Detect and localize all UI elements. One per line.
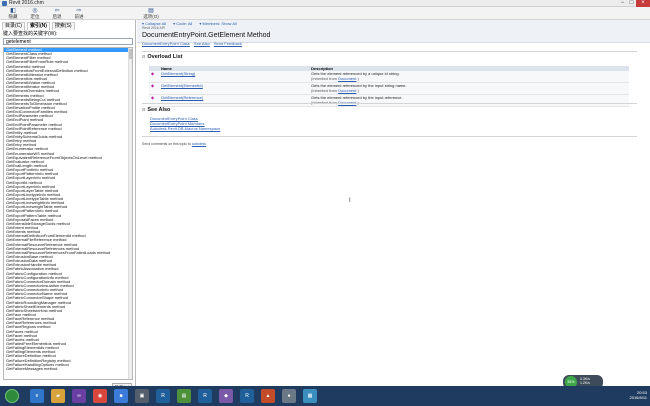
divider xyxy=(142,103,637,104)
close-button[interactable]: × xyxy=(636,0,650,7)
feedback-link[interactable]: autodesk xyxy=(192,142,206,146)
members-filter-link[interactable]: ▾ Members: Show All xyxy=(199,21,236,26)
app-icon-2[interactable]: ▣ xyxy=(135,389,149,403)
page-title: DocumentEntryPoint.GetElement Method xyxy=(142,32,271,39)
tab-contents[interactable]: 目录(C) xyxy=(2,22,25,30)
revit-icon-3[interactable]: R xyxy=(240,389,254,403)
send-feedback-link[interactable]: Send Feedback xyxy=(214,41,242,46)
see-also-namespace-link[interactable]: Autodesk.Revit.DB.Macros Namespace xyxy=(150,126,220,131)
index-scrollbar[interactable] xyxy=(128,48,132,379)
method-icon: ◆ xyxy=(149,82,159,95)
class-link[interactable]: DocumentEntryPoint Class xyxy=(142,41,190,46)
keyword-label: 键入要查找的关键字(W): xyxy=(3,31,58,37)
taskbar: 20:53 2016/8/11 e ▰ ∞ ◉ ■ ▣ R ▤ R ◆ R ▲ ● ▦ xyxy=(0,386,650,406)
method-icon: ◆ xyxy=(149,71,159,83)
index-list-item[interactable]: GetFailureMessages method xyxy=(4,367,132,371)
gadget-rates: 0.3K/s 1.2K/s xyxy=(580,377,590,385)
locate-label: 定位 xyxy=(30,14,40,19)
index-list[interactable]: GetElement method GetElementClass method G… xyxy=(3,47,133,380)
app-icon-5[interactable]: ▲ xyxy=(261,389,275,403)
download-rate: 1.2K/s xyxy=(580,381,590,385)
see-also-heading[interactable]: ⊟ See Also xyxy=(142,107,170,113)
see-also-heading-text: See Also xyxy=(147,107,171,113)
inherited-suffix: .) xyxy=(356,87,359,93)
divider xyxy=(142,51,637,52)
topic-links: DocumentEntryPoint Class See Also Send F… xyxy=(142,41,245,46)
overload-description: Gets the element referenced by the input… xyxy=(309,82,629,95)
overload-name-link[interactable]: GetElement(ElementId) xyxy=(159,82,309,95)
back-button[interactable]: ⇦ 后退 xyxy=(46,8,68,19)
product-label: Revit 2016 API xyxy=(142,26,166,30)
text-cursor-icon: I xyxy=(349,198,351,204)
overload-table: Name Description ◆ GetElement(String) Gets… xyxy=(149,66,629,107)
revit-icon-2[interactable]: R xyxy=(198,389,212,403)
feedback-line: Send comments on this topic to autodesk xyxy=(142,142,206,146)
app-icon-1[interactable]: ■ xyxy=(114,389,128,403)
collapse-icon: ⊟ xyxy=(142,54,146,59)
inherited-prefix: (Inherited from xyxy=(311,87,339,93)
tab-search[interactable]: 搜索(S) xyxy=(51,22,75,30)
inherited-prefix: (Inherited from xyxy=(311,75,339,81)
inherited-link[interactable]: Document xyxy=(338,88,356,93)
window-title: Revit 2016.chm xyxy=(9,0,44,6)
topic-header: ▾ Collapse All ▾ Code: All ▾ Members: Sh… xyxy=(137,20,650,43)
tab-index[interactable]: 索引(N) xyxy=(26,22,50,30)
hide-label: 隐藏 xyxy=(8,14,18,19)
window-controls: − □ × xyxy=(618,0,650,7)
explorer-icon[interactable]: ▰ xyxy=(51,389,65,403)
chrome-icon[interactable]: ◉ xyxy=(93,389,107,403)
overload-heading-text: Overload List xyxy=(147,54,183,60)
overload-row: ◆ GetElement(Reference) Gets the element r… xyxy=(149,94,629,107)
app-icon-6[interactable]: ● xyxy=(282,389,296,403)
maximize-button[interactable]: □ xyxy=(627,0,636,7)
keyword-input[interactable] xyxy=(3,38,133,45)
overload-description: Gets the element referenced by a unique … xyxy=(309,71,629,83)
clock-date: 2016/8/11 xyxy=(629,395,648,400)
revit-icon-1[interactable]: R xyxy=(156,389,170,403)
start-button[interactable] xyxy=(5,389,19,403)
overload-row: ◆ GetElement(String) Gets the element refe… xyxy=(149,71,629,83)
back-label: 后退 xyxy=(52,14,62,19)
inherited-suffix: .) xyxy=(356,75,359,81)
scroll-thumb[interactable] xyxy=(129,49,132,59)
see-also-list: DocumentEntryPoint Class DocumentEntryPo… xyxy=(150,116,220,131)
hide-button[interactable]: ◧ 隐藏 xyxy=(2,8,24,19)
visual-studio-icon[interactable]: ∞ xyxy=(72,389,86,403)
options-label: 选项(O) xyxy=(143,14,159,19)
inherited-note: (Inherited from Document.) xyxy=(311,75,627,82)
divider xyxy=(142,136,637,137)
forward-label: 前进 xyxy=(74,14,84,19)
see-also-link[interactable]: See Also xyxy=(194,41,210,46)
feedback-text: Send comments on this topic to xyxy=(142,142,192,146)
locate-button[interactable]: ◎ 定位 xyxy=(24,8,46,19)
inherited-note: (Inherited from Document.) xyxy=(311,87,627,94)
app-icon-4[interactable]: ◆ xyxy=(219,389,233,403)
ie-icon[interactable]: e xyxy=(30,389,44,403)
system-clock[interactable]: 20:53 2016/8/11 xyxy=(630,390,648,400)
app-icon-3[interactable]: ▤ xyxy=(177,389,191,403)
collapse-icon: ⊟ xyxy=(142,107,146,112)
overload-name-link[interactable]: GetElement(String) xyxy=(159,71,309,83)
minimize-button[interactable]: − xyxy=(618,0,627,7)
nav-tabs: 目录(C) 索引(N) 搜索(S) xyxy=(2,22,75,30)
overload-description: Gets the element referenced by the input… xyxy=(309,94,629,107)
title-bar: Revit 2016.chm − □ × xyxy=(0,0,650,7)
inherited-link[interactable]: Document xyxy=(338,76,356,81)
help-toolbar: ◧ 隐藏 ◎ 定位 ⇦ 后退 ⇨ 前进 ▤ 选项(O) xyxy=(0,7,650,20)
app-icon-7[interactable]: ▦ xyxy=(303,389,317,403)
help-app-icon xyxy=(2,1,7,6)
overload-list-heading[interactable]: ⊟ Overload List xyxy=(142,54,183,60)
overload-row: ◆ GetElement(ElementId) Gets the element r… xyxy=(149,82,629,95)
topic-pane: ▾ Collapse All ▾ Code: All ▾ Members: Sh… xyxy=(137,20,650,399)
code-filter-link[interactable]: ▾ Code: All xyxy=(173,21,192,26)
navigation-pane: 目录(C) 索引(N) 搜索(S) 键入要查找的关键字(W): GetEleme… xyxy=(0,20,136,399)
options-button[interactable]: ▤ 选项(O) xyxy=(140,8,162,19)
method-icon: ◆ xyxy=(149,94,159,107)
forward-button[interactable]: ⇨ 前进 xyxy=(68,8,90,19)
overload-name-link[interactable]: GetElement(Reference) xyxy=(159,94,309,107)
